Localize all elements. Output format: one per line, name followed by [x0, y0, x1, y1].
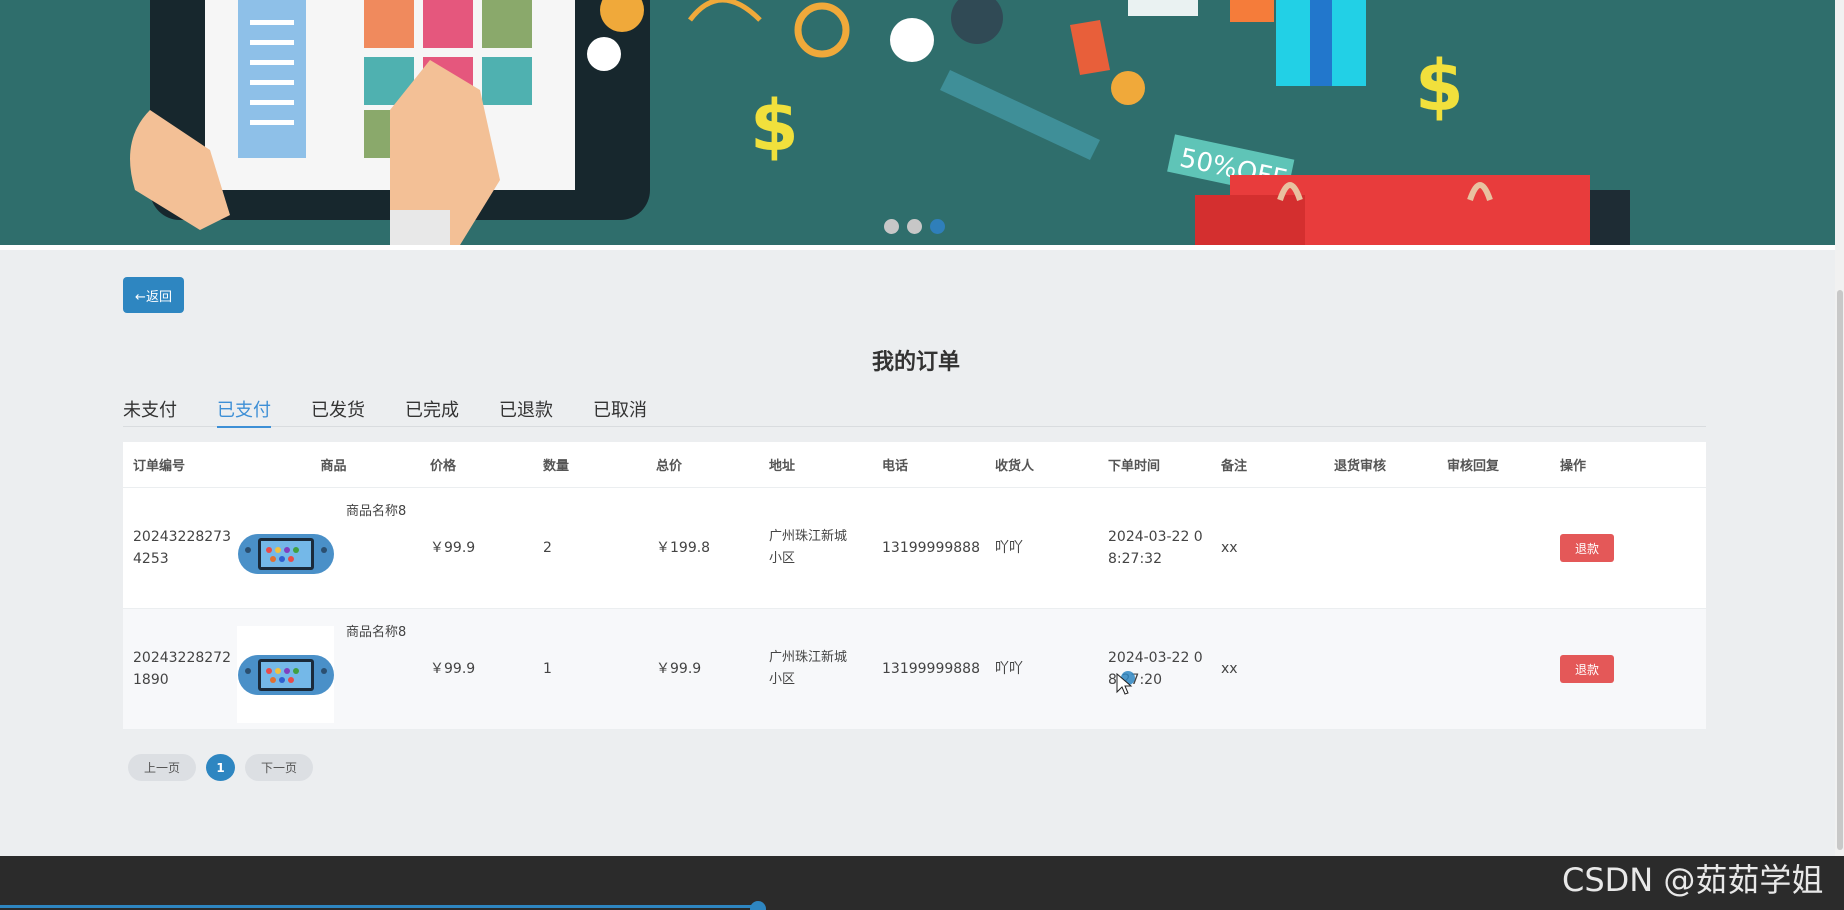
pagination: 上一页 1 下一页	[128, 754, 314, 781]
header-receiver: 收货人	[995, 459, 1035, 474]
header-address: 地址	[769, 459, 796, 474]
carousel-dot-2[interactable]	[907, 219, 922, 234]
page-title: 我的订单	[871, 350, 960, 375]
receiver: 吖吖	[995, 661, 1023, 677]
total-price: ￥99.9	[656, 661, 702, 677]
svg-text:$: $	[750, 85, 799, 167]
header-order-no: 订单编号	[133, 459, 186, 474]
tab-refunded[interactable]: 已退款	[499, 396, 553, 427]
header-goods: 商品	[320, 459, 347, 474]
game-console-icon	[237, 655, 334, 695]
product-thumbnail[interactable]	[237, 625, 334, 723]
scrollbar-thumb[interactable]	[1837, 290, 1843, 850]
remark: xx	[1221, 540, 1238, 556]
back-button[interactable]: ←返回	[123, 277, 184, 313]
carousel-dot-3[interactable]	[930, 219, 945, 234]
carousel-dot-1[interactable]	[884, 219, 899, 234]
goods-name: 商品名称8	[346, 624, 407, 640]
refund-button[interactable]: 退款	[1560, 534, 1614, 562]
tab-unpaid[interactable]: 未支付	[123, 396, 177, 427]
goods-name: 商品名称8	[346, 503, 407, 519]
svg-text:$: $	[1415, 45, 1464, 127]
footer-progress-line	[0, 905, 760, 908]
header-remark: 备注	[1221, 459, 1248, 474]
tab-cancelled[interactable]: 已取消	[593, 396, 647, 427]
mouse-cursor-icon	[1116, 671, 1135, 695]
phone: 13199999888	[882, 661, 980, 677]
receiver: 吖吖	[995, 540, 1023, 556]
banner-illustration: $ $ 50%OFF	[130, 0, 1630, 245]
page-number-button[interactable]: 1	[206, 754, 236, 781]
header-return-review: 退货审核	[1334, 459, 1387, 474]
table-header: 订单编号 商品 价格 数量 总价 地址 电话 收货人 下单时间 备注 退货审核 …	[123, 442, 1706, 488]
order-no: 20243228272 1890	[133, 650, 231, 688]
watermark: CSDN @茹茹学姐	[1562, 861, 1824, 899]
table-row: 20243228272 1890 商品名称8 ￥99.9 1 ￥99.9 广州珠…	[123, 609, 1706, 730]
quantity: 2	[543, 540, 552, 556]
header-review-reply: 审核回复	[1447, 459, 1500, 474]
footer-progress-knob[interactable]	[750, 901, 766, 910]
actions-cell: 退款	[1560, 534, 1690, 562]
prev-page-button[interactable]: 上一页	[128, 754, 197, 781]
header-order-time: 下单时间	[1108, 459, 1161, 474]
order-status-tabs: 未支付 已支付 已发货 已完成 已退款 已取消	[123, 396, 1706, 428]
table-row: 20243228273 4253 商品名称8 ￥99.9 2 ￥199.8 广州…	[123, 488, 1706, 609]
price: ￥99.9	[430, 661, 476, 677]
phone: 13199999888	[882, 540, 980, 556]
price: ￥99.9	[430, 540, 476, 556]
header-phone: 电话	[882, 459, 909, 474]
carousel-dots	[884, 219, 945, 234]
header-total: 总价	[656, 459, 683, 474]
header-price: 价格	[430, 459, 457, 474]
remark: xx	[1221, 661, 1238, 677]
goods-cell: 商品名称8	[237, 609, 430, 730]
address: 广州珠江新城 小区	[769, 650, 848, 687]
refund-button[interactable]: 退款	[1560, 655, 1614, 683]
address: 广州珠江新城 小区	[769, 529, 848, 566]
tab-shipped[interactable]: 已发货	[311, 396, 365, 427]
hero-banner: $ $ 50%OFF	[0, 0, 1835, 245]
tab-paid[interactable]: 已支付	[217, 396, 271, 428]
banner-divider	[0, 245, 1835, 250]
order-time: 2024-03-22 0 8:27:32	[1108, 529, 1203, 567]
tab-completed[interactable]: 已完成	[405, 396, 459, 427]
product-thumbnail[interactable]	[237, 504, 334, 602]
next-page-button[interactable]: 下一页	[245, 754, 314, 781]
goods-cell: 商品名称8	[237, 488, 430, 609]
orders-table: 订单编号 商品 价格 数量 总价 地址 电话 收货人 下单时间 备注 退货审核 …	[123, 442, 1706, 730]
order-no: 20243228273 4253	[133, 529, 231, 567]
header-actions: 操作	[1560, 459, 1587, 474]
actions-cell: 退款	[1560, 655, 1690, 683]
header-qty: 数量	[543, 459, 570, 474]
total-price: ￥199.8	[656, 540, 711, 556]
quantity: 1	[543, 661, 552, 677]
game-console-icon	[237, 534, 334, 574]
